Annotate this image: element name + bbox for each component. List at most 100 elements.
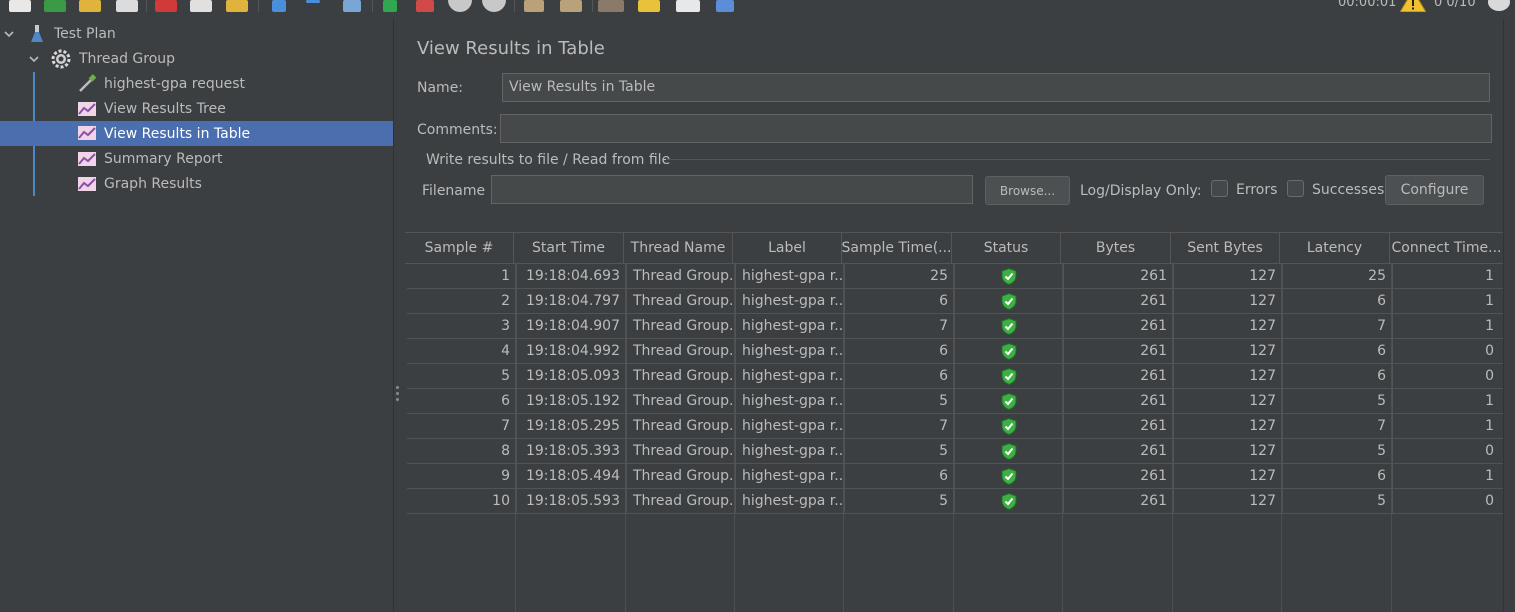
table-cell: highest-gpa r... <box>736 264 845 288</box>
configure-button[interactable]: Configure <box>1385 175 1484 205</box>
status-cell <box>955 439 1064 463</box>
save-icon[interactable] <box>116 0 138 12</box>
tree-item-label: View Results Tree <box>104 101 226 117</box>
errors-checkbox[interactable] <box>1211 180 1228 197</box>
table-cell: 261 <box>1064 314 1174 338</box>
page-title: View Results in Table <box>417 38 605 59</box>
comments-field[interactable] <box>500 114 1492 143</box>
status-cell <box>955 389 1064 413</box>
column-header[interactable]: Label <box>733 233 842 263</box>
start-icon[interactable] <box>383 0 397 12</box>
cut-icon[interactable] <box>155 0 177 12</box>
table-cell: 1 <box>1485 293 1494 309</box>
pipette-icon <box>79 74 97 92</box>
open-icon[interactable] <box>79 0 101 12</box>
table-cell: 2 <box>407 289 517 313</box>
successes-checkbox[interactable] <box>1287 180 1304 197</box>
chevron-down-icon[interactable] <box>29 54 39 64</box>
table-cell: 6 <box>1283 464 1393 488</box>
table-cell: 5 <box>845 389 955 413</box>
table-row[interactable]: 5 19:18:05.093 Thread Group... highest-gpa … <box>407 364 1503 389</box>
tree-item-label: Summary Report <box>104 151 223 167</box>
graph-listener-icon <box>78 152 96 166</box>
warning-icon[interactable] <box>1400 0 1426 12</box>
stop-icon[interactable] <box>448 0 472 12</box>
table-cell: 19:18:04.797 <box>517 289 627 313</box>
collapse-icon[interactable] <box>306 0 320 3</box>
clear-icon[interactable] <box>524 0 544 12</box>
status-cell <box>955 314 1064 338</box>
filename-label: Filename <box>422 183 486 199</box>
column-header[interactable]: Sample # <box>405 233 514 263</box>
table-cell: 5 <box>845 439 955 463</box>
vertical-scrollbar[interactable] <box>1503 19 1515 612</box>
function-helper-icon[interactable] <box>676 0 700 12</box>
name-field[interactable]: View Results in Table <box>502 73 1490 102</box>
gear-icon <box>51 49 71 69</box>
results-table: 1 19:18:04.693 Thread Group... highest-gpa … <box>405 264 1503 612</box>
tree-item-view-results-tree[interactable]: View Results Tree <box>0 97 393 121</box>
table-cell: 6 <box>845 364 955 388</box>
column-header[interactable]: Start Time <box>514 233 624 263</box>
filename-field[interactable] <box>491 175 973 204</box>
column-header[interactable]: Latency <box>1280 233 1390 263</box>
help-icon[interactable] <box>716 0 734 12</box>
search-icon[interactable] <box>598 0 624 12</box>
table-cell: 19:18:04.992 <box>517 339 627 363</box>
success-shield-icon <box>1001 292 1017 310</box>
table-cell: 7 <box>845 414 955 438</box>
toggle-icon[interactable] <box>343 0 361 12</box>
shutdown-icon[interactable] <box>482 0 506 12</box>
tree-item-test-plan[interactable]: Test Plan <box>0 22 393 46</box>
file-group-title: Write results to file / Read from file <box>426 152 671 168</box>
globe-icon[interactable] <box>1488 0 1510 11</box>
table-row[interactable]: 8 19:18:05.393 Thread Group... highest-gpa … <box>407 439 1503 464</box>
tree-item-view-results-in-table[interactable]: View Results in Table <box>0 121 393 146</box>
column-header[interactable]: Sample Time(... <box>842 233 952 263</box>
column-header[interactable]: Thread Name <box>624 233 733 263</box>
table-row[interactable]: 10 19:18:05.593 Thread Group... highest-gpa… <box>407 489 1503 514</box>
status-cell <box>955 489 1064 513</box>
paste-icon[interactable] <box>226 0 248 12</box>
reset-search-icon[interactable] <box>638 0 660 12</box>
tree-item-graph-results[interactable]: Graph Results <box>0 172 393 196</box>
start-no-pauses-icon[interactable] <box>416 0 434 12</box>
table-cell: 25 <box>1283 264 1393 288</box>
chevron-down-icon[interactable] <box>4 29 14 39</box>
table-cell: 6 <box>1283 289 1393 313</box>
table-cell: 6 <box>1283 364 1393 388</box>
templates-icon[interactable] <box>44 0 66 12</box>
column-header[interactable]: Status <box>952 233 1061 263</box>
elapsed-time: 00:00:01 <box>1338 0 1397 10</box>
table-cell: 19:18:05.593 <box>517 489 627 513</box>
table-cell: 3 <box>407 314 517 338</box>
table-cell: 19:18:05.192 <box>517 389 627 413</box>
expand-icon[interactable] <box>272 0 286 12</box>
toolbar: 00:00:01 0 0/10 <box>0 0 1515 19</box>
copy-icon[interactable] <box>190 0 212 12</box>
clear-all-icon[interactable] <box>560 0 582 12</box>
table-row[interactable]: 9 19:18:05.494 Thread Group... highest-gpa … <box>407 464 1503 489</box>
drag-handle-icon[interactable] <box>396 386 400 404</box>
browse-button[interactable]: Browse... <box>985 176 1070 205</box>
tree-item-http-request[interactable]: highest-gpa request <box>0 72 393 96</box>
table-row[interactable]: 4 19:18:04.992 Thread Group... highest-gpa … <box>407 339 1503 364</box>
table-row[interactable]: 3 19:18:04.907 Thread Group... highest-gpa … <box>407 314 1503 339</box>
table-cell: 261 <box>1064 389 1174 413</box>
table-row[interactable]: 6 19:18:05.192 Thread Group... highest-gpa … <box>407 389 1503 414</box>
split-pane-divider[interactable] <box>393 19 404 612</box>
table-row[interactable]: 2 19:18:04.797 Thread Group... highest-gpa … <box>407 289 1503 314</box>
column-header[interactable]: Connect Time... <box>1390 233 1503 263</box>
table-cell: 8 <box>407 439 517 463</box>
table-cell: Thread Group... <box>627 339 736 363</box>
new-icon[interactable] <box>9 0 31 12</box>
tree-item-thread-group[interactable]: Thread Group <box>0 47 393 71</box>
column-header[interactable]: Sent Bytes <box>1171 233 1280 263</box>
tree-item-summary-report[interactable]: Summary Report <box>0 147 393 171</box>
column-header[interactable]: Bytes <box>1061 233 1171 263</box>
success-shield-icon <box>1001 367 1017 385</box>
table-row[interactable]: 1 19:18:04.693 Thread Group... highest-gpa … <box>407 264 1503 289</box>
table-cell: 0 <box>1485 343 1494 359</box>
table-row[interactable]: 7 19:18:05.295 Thread Group... highest-gpa … <box>407 414 1503 439</box>
table-cell: 5 <box>1283 489 1393 513</box>
